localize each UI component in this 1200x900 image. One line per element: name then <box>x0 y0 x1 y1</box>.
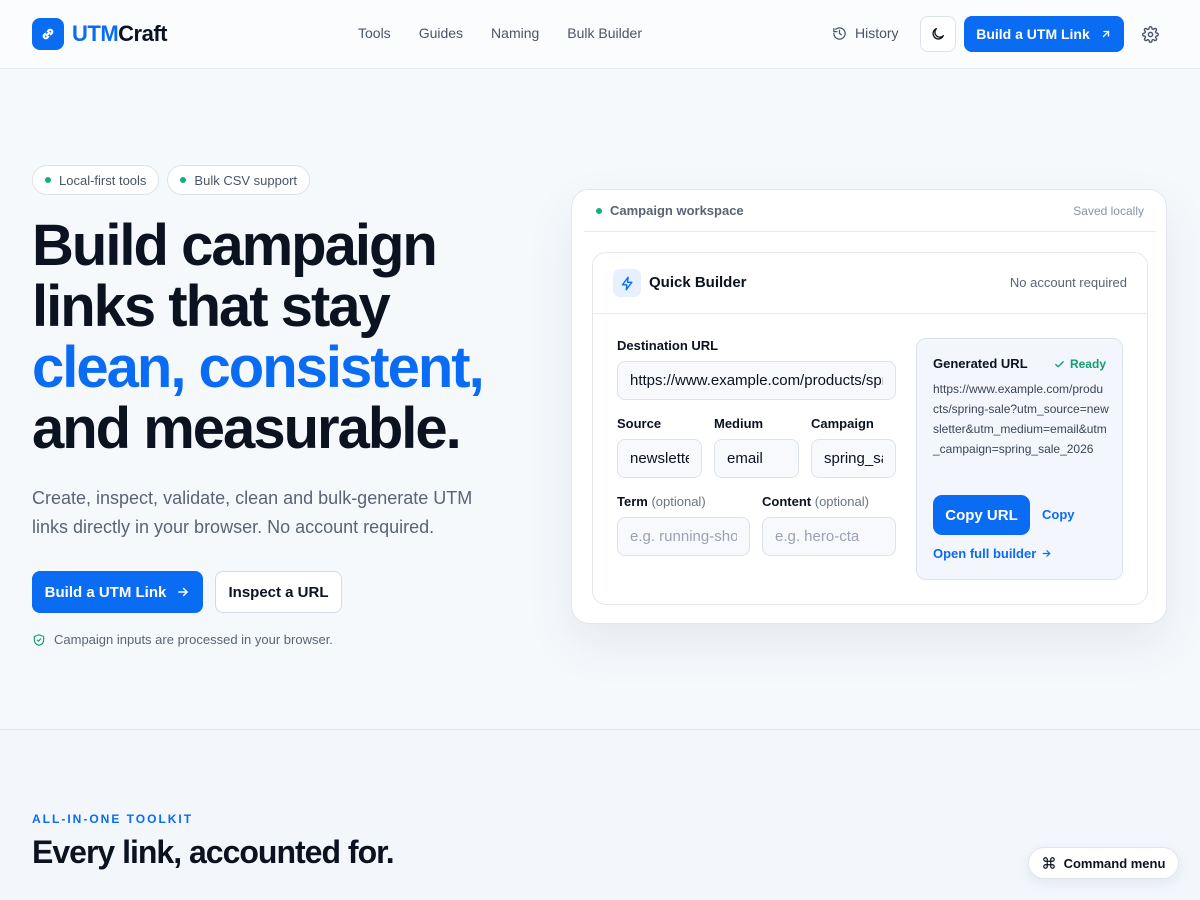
copy-url-button[interactable]: Copy URL <box>933 495 1030 535</box>
history-link[interactable]: History <box>832 25 899 41</box>
inspect-url-button[interactable]: Inspect a URL <box>215 571 342 613</box>
main-nav: Tools Guides Naming Bulk Builder <box>358 25 670 41</box>
campaign-workspace-card: Campaign workspace Saved locally Quick B… <box>571 189 1167 624</box>
section-eyebrow: ALL-IN-ONE TOOLKIT <box>32 812 194 826</box>
content-input[interactable] <box>762 517 896 556</box>
theme-toggle-button[interactable] <box>920 16 956 52</box>
destination-url-input[interactable] <box>617 361 896 400</box>
quick-builder-header: Quick Builder No account required <box>593 253 1147 314</box>
nav-guides[interactable]: Guides <box>419 25 463 41</box>
term-input[interactable] <box>617 517 750 556</box>
source-label: Source <box>617 416 662 431</box>
content-label: Content (optional) <box>762 494 869 509</box>
campaign-label: Campaign <box>811 416 874 431</box>
hero-build-utm-button[interactable]: Build a UTM Link <box>32 571 203 613</box>
saved-status: Saved locally <box>1073 204 1144 218</box>
moon-icon <box>932 28 944 40</box>
copy-link[interactable]: Copy <box>1042 507 1075 522</box>
lightning-icon <box>613 269 641 297</box>
open-full-builder-link[interactable]: Open full builder <box>933 546 1052 561</box>
ready-badge: Ready <box>1054 357 1106 371</box>
generated-url-text: https://www.example.com/products/spring-… <box>933 382 1109 456</box>
no-account-note: No account required <box>1009 275 1127 290</box>
header-build-utm-button[interactable]: Build a UTM Link <box>964 16 1124 52</box>
pill-bulk-csv: Bulk CSV support <box>167 165 311 195</box>
arrow-up-right-icon <box>1102 30 1109 38</box>
nav-tools[interactable]: Tools <box>358 25 391 41</box>
destination-url-label: Destination URL <box>617 338 719 353</box>
header-cta-label: Build a UTM Link <box>976 26 1090 42</box>
status-dot-icon <box>596 207 602 214</box>
nav-bulk-builder[interactable]: Bulk Builder <box>567 25 642 41</box>
term-label: Term (optional) <box>617 494 706 509</box>
settings-button[interactable] <box>1142 26 1159 48</box>
top-header: UTMCraft Tools Guides Naming Bulk Builde… <box>0 0 1200 69</box>
privacy-note: Campaign inputs are processed in your br… <box>32 632 333 647</box>
history-label: History <box>855 25 899 41</box>
pill-local-first: Local-first tools <box>32 165 160 195</box>
arrow-right-icon <box>178 587 189 597</box>
brand-logo[interactable]: UTMCraft <box>32 18 167 50</box>
medium-input[interactable] <box>714 439 799 478</box>
generated-url-label: Generated URL <box>933 356 1028 371</box>
feature-pills: Local-first tools Bulk CSV support <box>32 165 318 195</box>
arrow-right-icon <box>1042 550 1051 557</box>
toolkit-section: ALL-IN-ONE TOOLKIT Every link, accounted… <box>0 729 1200 900</box>
status-dot-icon <box>180 177 187 183</box>
hero-subtitle: Create, inspect, validate, clean and bul… <box>32 488 473 537</box>
link-icon <box>32 18 64 50</box>
command-menu-button[interactable]: Command menu <box>1028 847 1179 879</box>
medium-label: Medium <box>714 416 764 431</box>
hero-title: Build campaign links that stay clean, co… <box>32 213 485 461</box>
command-icon <box>1042 857 1055 869</box>
generated-url-panel: Generated URL Ready https://www.example.… <box>916 338 1123 580</box>
gear-icon <box>1142 26 1159 43</box>
section-title: Every link, accounted for. <box>32 834 395 870</box>
check-icon <box>1055 360 1064 367</box>
brand-name: UTMCraft <box>72 21 167 46</box>
quick-builder-title: Quick Builder <box>649 274 747 291</box>
history-icon <box>833 26 846 40</box>
shield-check-icon <box>33 633 45 646</box>
workspace-title: Campaign workspace <box>596 203 744 218</box>
nav-naming[interactable]: Naming <box>491 25 539 41</box>
source-input[interactable] <box>617 439 702 478</box>
quick-builder-panel: Quick Builder No account required Destin… <box>592 252 1148 605</box>
workspace-header: Campaign workspace Saved locally <box>584 190 1156 232</box>
status-dot-icon <box>45 177 51 183</box>
campaign-input[interactable] <box>811 439 896 478</box>
